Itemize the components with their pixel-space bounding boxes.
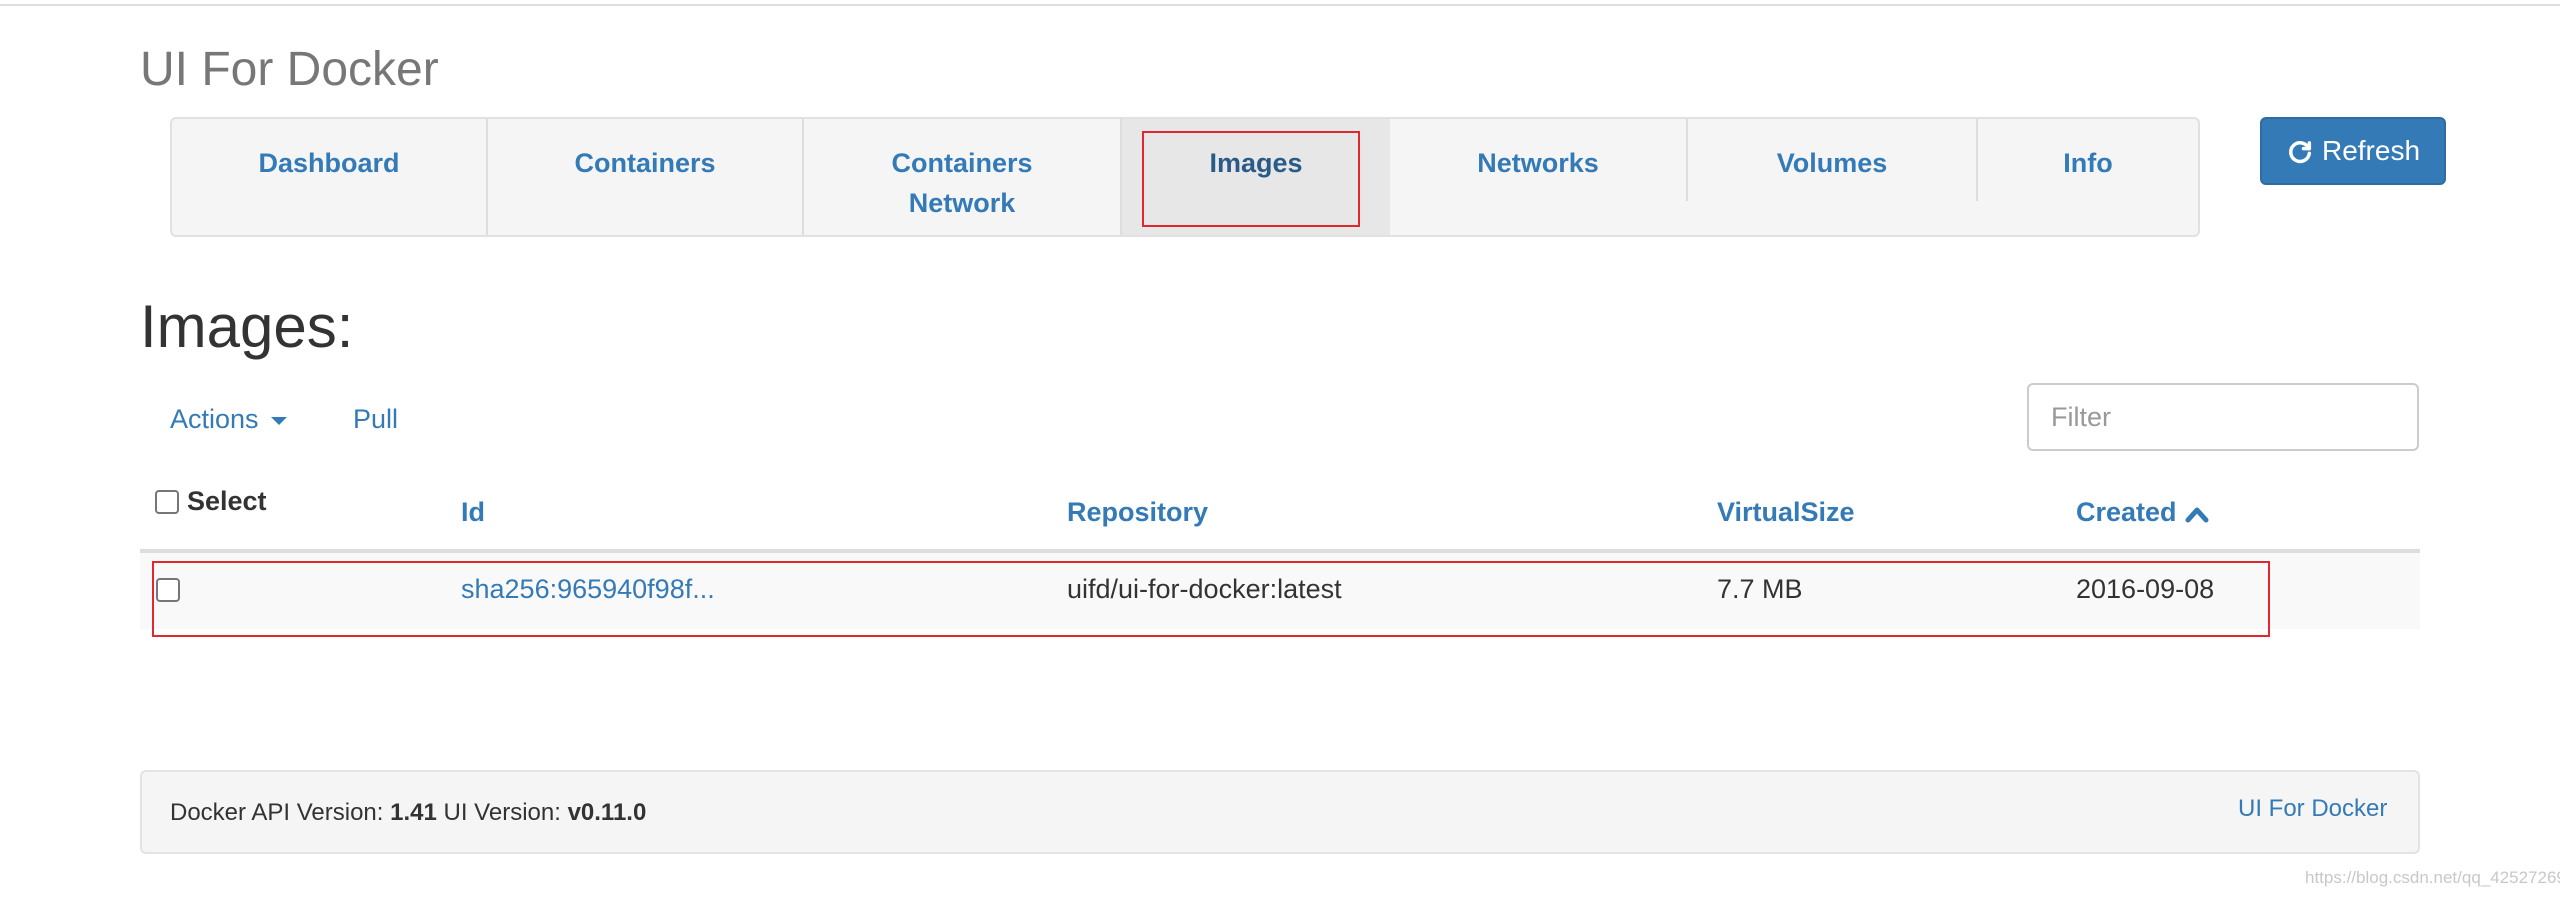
nav-tab-label: Containers bbox=[574, 148, 716, 178]
page-title: Images: bbox=[140, 293, 354, 360]
image-created: 2016-09-08 bbox=[2076, 574, 2215, 604]
filter-input[interactable] bbox=[2027, 383, 2419, 451]
ui-version-value: v0.11.0 bbox=[567, 799, 647, 826]
watermark: https://blog.csdn.net/qq_42527269 bbox=[2305, 868, 2560, 887]
caret-down-icon bbox=[270, 416, 287, 425]
column-header-id[interactable]: Id bbox=[461, 497, 485, 528]
footer-version-info: Docker API Version: 1.41 UI Version: v0.… bbox=[170, 799, 646, 827]
nav-tab-label: Networks bbox=[1477, 148, 1599, 178]
column-header-label: Created bbox=[2076, 497, 2177, 527]
api-version-label: Docker API Version: bbox=[170, 799, 384, 826]
app-title: UI For Docker bbox=[140, 43, 439, 96]
nav-tab-label: Info bbox=[2063, 148, 2113, 178]
nav-tab-label-line2: Network bbox=[908, 188, 1016, 218]
nav-tab-label: Dashboard bbox=[258, 148, 400, 178]
column-header-created[interactable]: Created bbox=[2076, 497, 2209, 528]
footer-link[interactable]: UI For Docker bbox=[2238, 795, 2387, 823]
sort-ascending-icon bbox=[2185, 507, 2209, 523]
actions-dropdown[interactable]: Actions bbox=[170, 404, 287, 435]
pull-link[interactable]: Pull bbox=[353, 404, 398, 435]
refresh-button[interactable]: Refresh bbox=[2260, 117, 2446, 185]
nav-tab-images[interactable]: Images bbox=[1122, 119, 1390, 235]
image-repository: uifd/ui-for-docker:latest bbox=[1067, 574, 1342, 604]
column-header-repository[interactable]: Repository bbox=[1067, 497, 1208, 528]
column-header-label: Id bbox=[461, 497, 485, 527]
column-header-label: Repository bbox=[1067, 497, 1209, 527]
select-all-header: Select bbox=[155, 486, 267, 517]
api-version-value: 1.41 bbox=[390, 799, 437, 826]
select-all-checkbox[interactable] bbox=[155, 489, 179, 514]
refresh-label: Refresh bbox=[2321, 135, 2421, 166]
top-divider bbox=[0, 0, 2560, 6]
image-id-link[interactable]: sha256:965940f98f... bbox=[461, 574, 715, 605]
nav-tab-label: Volumes bbox=[1776, 148, 1888, 178]
nav-tab-containers[interactable]: Containers bbox=[488, 119, 804, 235]
refresh-icon bbox=[2289, 141, 2312, 164]
row-select-checkbox[interactable] bbox=[156, 578, 180, 602]
nav-tab-label: Containers bbox=[891, 148, 1033, 178]
ui-version-label: UI Version: bbox=[443, 799, 561, 826]
column-header-label: VirtualSize bbox=[1717, 497, 1855, 527]
actions-label: Actions bbox=[170, 404, 259, 434]
nav-tab-label: Images bbox=[1209, 148, 1303, 178]
column-header-virtualsize[interactable]: VirtualSize bbox=[1717, 497, 1855, 528]
nav-tab-networks[interactable]: Networks bbox=[1390, 119, 1686, 235]
image-virtual-size: 7.7 MB bbox=[1717, 574, 1803, 604]
pull-label: Pull bbox=[353, 404, 399, 434]
nav-tab-containers-network[interactable]: Containers Network bbox=[804, 119, 1122, 235]
nav-tab-dashboard[interactable]: Dashboard bbox=[172, 119, 488, 235]
nav-tab-volumes[interactable]: Volumes bbox=[1688, 119, 1976, 235]
main-nav: Dashboard Containers Containers Network … bbox=[170, 117, 2200, 237]
select-header-label: Select bbox=[187, 486, 267, 516]
nav-tab-info[interactable]: Info bbox=[1978, 119, 2198, 235]
